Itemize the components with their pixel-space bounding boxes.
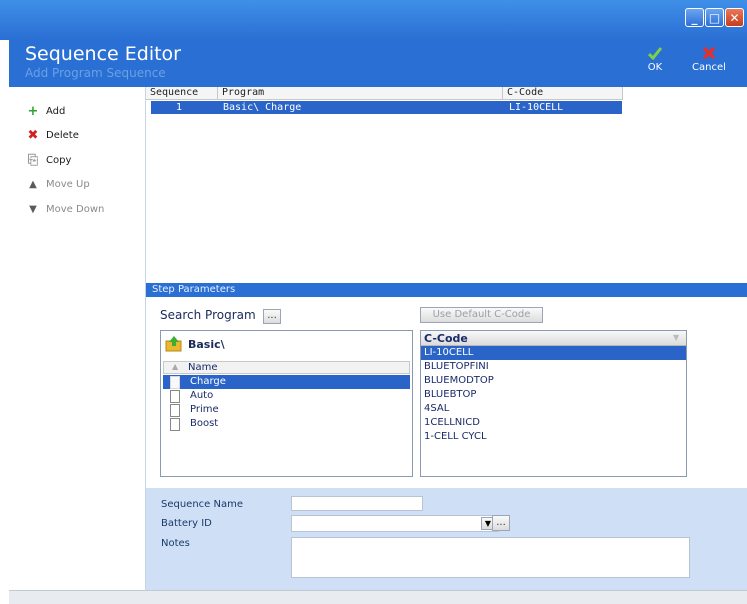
program-item-auto[interactable]: Auto bbox=[163, 389, 410, 403]
use-default-ccode-button[interactable]: Use Default C-Code bbox=[420, 307, 543, 323]
check-icon bbox=[648, 47, 662, 60]
notes-textarea[interactable] bbox=[291, 537, 690, 578]
status-bar bbox=[9, 590, 747, 604]
sort-icon: ▲ bbox=[172, 362, 179, 371]
filter-icon: ▼ bbox=[673, 333, 680, 342]
ok-button[interactable]: OK bbox=[643, 46, 667, 73]
step-parameters-header: Step Parameters bbox=[146, 283, 747, 297]
ccode-header-label: C-Code bbox=[424, 332, 468, 345]
ok-label: OK bbox=[647, 62, 663, 73]
copy-label: Copy bbox=[46, 154, 72, 166]
add-label: Add bbox=[46, 105, 66, 117]
ccode-item[interactable]: LI-10CELL bbox=[421, 346, 686, 360]
battery-browse-button[interactable]: ... bbox=[492, 515, 510, 531]
cancel-button[interactable]: Cancel bbox=[689, 46, 729, 73]
page-subtitle: Add Program Sequence bbox=[25, 66, 166, 80]
name-header-label: Name bbox=[188, 362, 218, 373]
program-item-prime[interactable]: Prime bbox=[163, 403, 410, 417]
delete-x-icon: ✖ bbox=[27, 127, 39, 143]
table-row[interactable]: 1 Basic\ Charge LI-10CELL bbox=[151, 101, 622, 114]
plus-icon: + bbox=[27, 103, 39, 119]
ccode-item[interactable]: 4SAL bbox=[421, 402, 686, 416]
cell-ccode: LI-10CELL bbox=[509, 102, 564, 113]
notes-label: Notes bbox=[161, 538, 190, 549]
close-button[interactable]: ✕ bbox=[725, 8, 744, 27]
ccode-item[interactable]: 1CELLNICD bbox=[421, 416, 686, 430]
window-titlebar[interactable]: _ □ ✕ bbox=[0, 0, 747, 40]
battery-id-select[interactable]: ▼ bbox=[291, 515, 499, 532]
ccode-item[interactable]: BLUETOPFINI bbox=[421, 360, 686, 374]
search-program-label: Search Program bbox=[160, 308, 256, 322]
program-item-boost[interactable]: Boost bbox=[163, 417, 410, 431]
close-icon: ✕ bbox=[729, 10, 740, 25]
ccode-item[interactable]: BLUEMODTOP bbox=[421, 374, 686, 388]
program-name: Prime bbox=[190, 404, 219, 415]
move-up-button[interactable]: ▲ Move Up bbox=[25, 175, 90, 193]
file-icon bbox=[170, 404, 180, 417]
program-name: Boost bbox=[190, 418, 219, 429]
column-header-program[interactable]: Program bbox=[218, 87, 503, 100]
copy-icon: ⎘ bbox=[27, 152, 39, 168]
column-header-sequence[interactable]: Sequence bbox=[146, 87, 218, 100]
program-item-charge[interactable]: Charge bbox=[163, 375, 410, 389]
program-list[interactable]: Basic\ ▲ Name Charge Auto Prime Boost bbox=[160, 330, 413, 477]
ccode-list[interactable]: C-Code ▼ LI-10CELL BLUETOPFINI BLUEMODTO… bbox=[420, 330, 687, 477]
folder-label: Basic\ bbox=[188, 337, 225, 351]
sequence-name-label: Sequence Name bbox=[161, 499, 244, 510]
arrow-up-icon: ▲ bbox=[29, 178, 37, 190]
search-program-button[interactable]: ... bbox=[263, 309, 281, 324]
file-icon bbox=[170, 390, 180, 403]
name-column-header[interactable]: ▲ Name bbox=[163, 361, 410, 374]
battery-id-label: Battery ID bbox=[161, 518, 212, 529]
minimize-icon: _ bbox=[691, 10, 698, 25]
add-button[interactable]: + Add bbox=[25, 102, 66, 120]
copy-button[interactable]: ⎘ Copy bbox=[25, 151, 72, 169]
page-title: Sequence Editor bbox=[25, 43, 181, 65]
ccode-column-header[interactable]: C-Code ▼ bbox=[421, 331, 686, 346]
program-name: Charge bbox=[190, 376, 226, 387]
folder-breadcrumb[interactable]: Basic\ bbox=[165, 335, 225, 353]
program-name: Auto bbox=[190, 390, 214, 401]
editor-header: Sequence Editor Add Program Sequence OK … bbox=[9, 40, 747, 87]
sequence-grid[interactable]: Sequence Program C-Code 1 Basic\ Charge … bbox=[146, 87, 747, 283]
cancel-label: Cancel bbox=[692, 62, 726, 73]
file-icon bbox=[170, 376, 180, 389]
minimize-button[interactable]: _ bbox=[685, 8, 704, 27]
move-down-button[interactable]: ▼ Move Down bbox=[25, 200, 104, 218]
maximize-button[interactable]: □ bbox=[705, 8, 724, 27]
folder-up-icon bbox=[165, 336, 182, 352]
cell-sequence: 1 bbox=[176, 102, 183, 113]
sequence-name-input[interactable] bbox=[291, 496, 423, 511]
move-up-label: Move Up bbox=[46, 178, 90, 190]
ccode-item[interactable]: BLUEBTOP bbox=[421, 388, 686, 402]
ccode-item[interactable]: 1-CELL CYCL bbox=[421, 430, 686, 444]
delete-label: Delete bbox=[46, 129, 79, 141]
cell-program: Basic\ Charge bbox=[223, 102, 302, 113]
move-down-label: Move Down bbox=[46, 203, 105, 215]
delete-button[interactable]: ✖ Delete bbox=[25, 126, 79, 144]
maximize-icon: □ bbox=[708, 10, 721, 25]
file-icon bbox=[170, 418, 180, 431]
arrow-down-icon: ▼ bbox=[29, 203, 37, 215]
column-header-ccode[interactable]: C-Code bbox=[503, 87, 623, 100]
x-icon bbox=[702, 46, 716, 60]
